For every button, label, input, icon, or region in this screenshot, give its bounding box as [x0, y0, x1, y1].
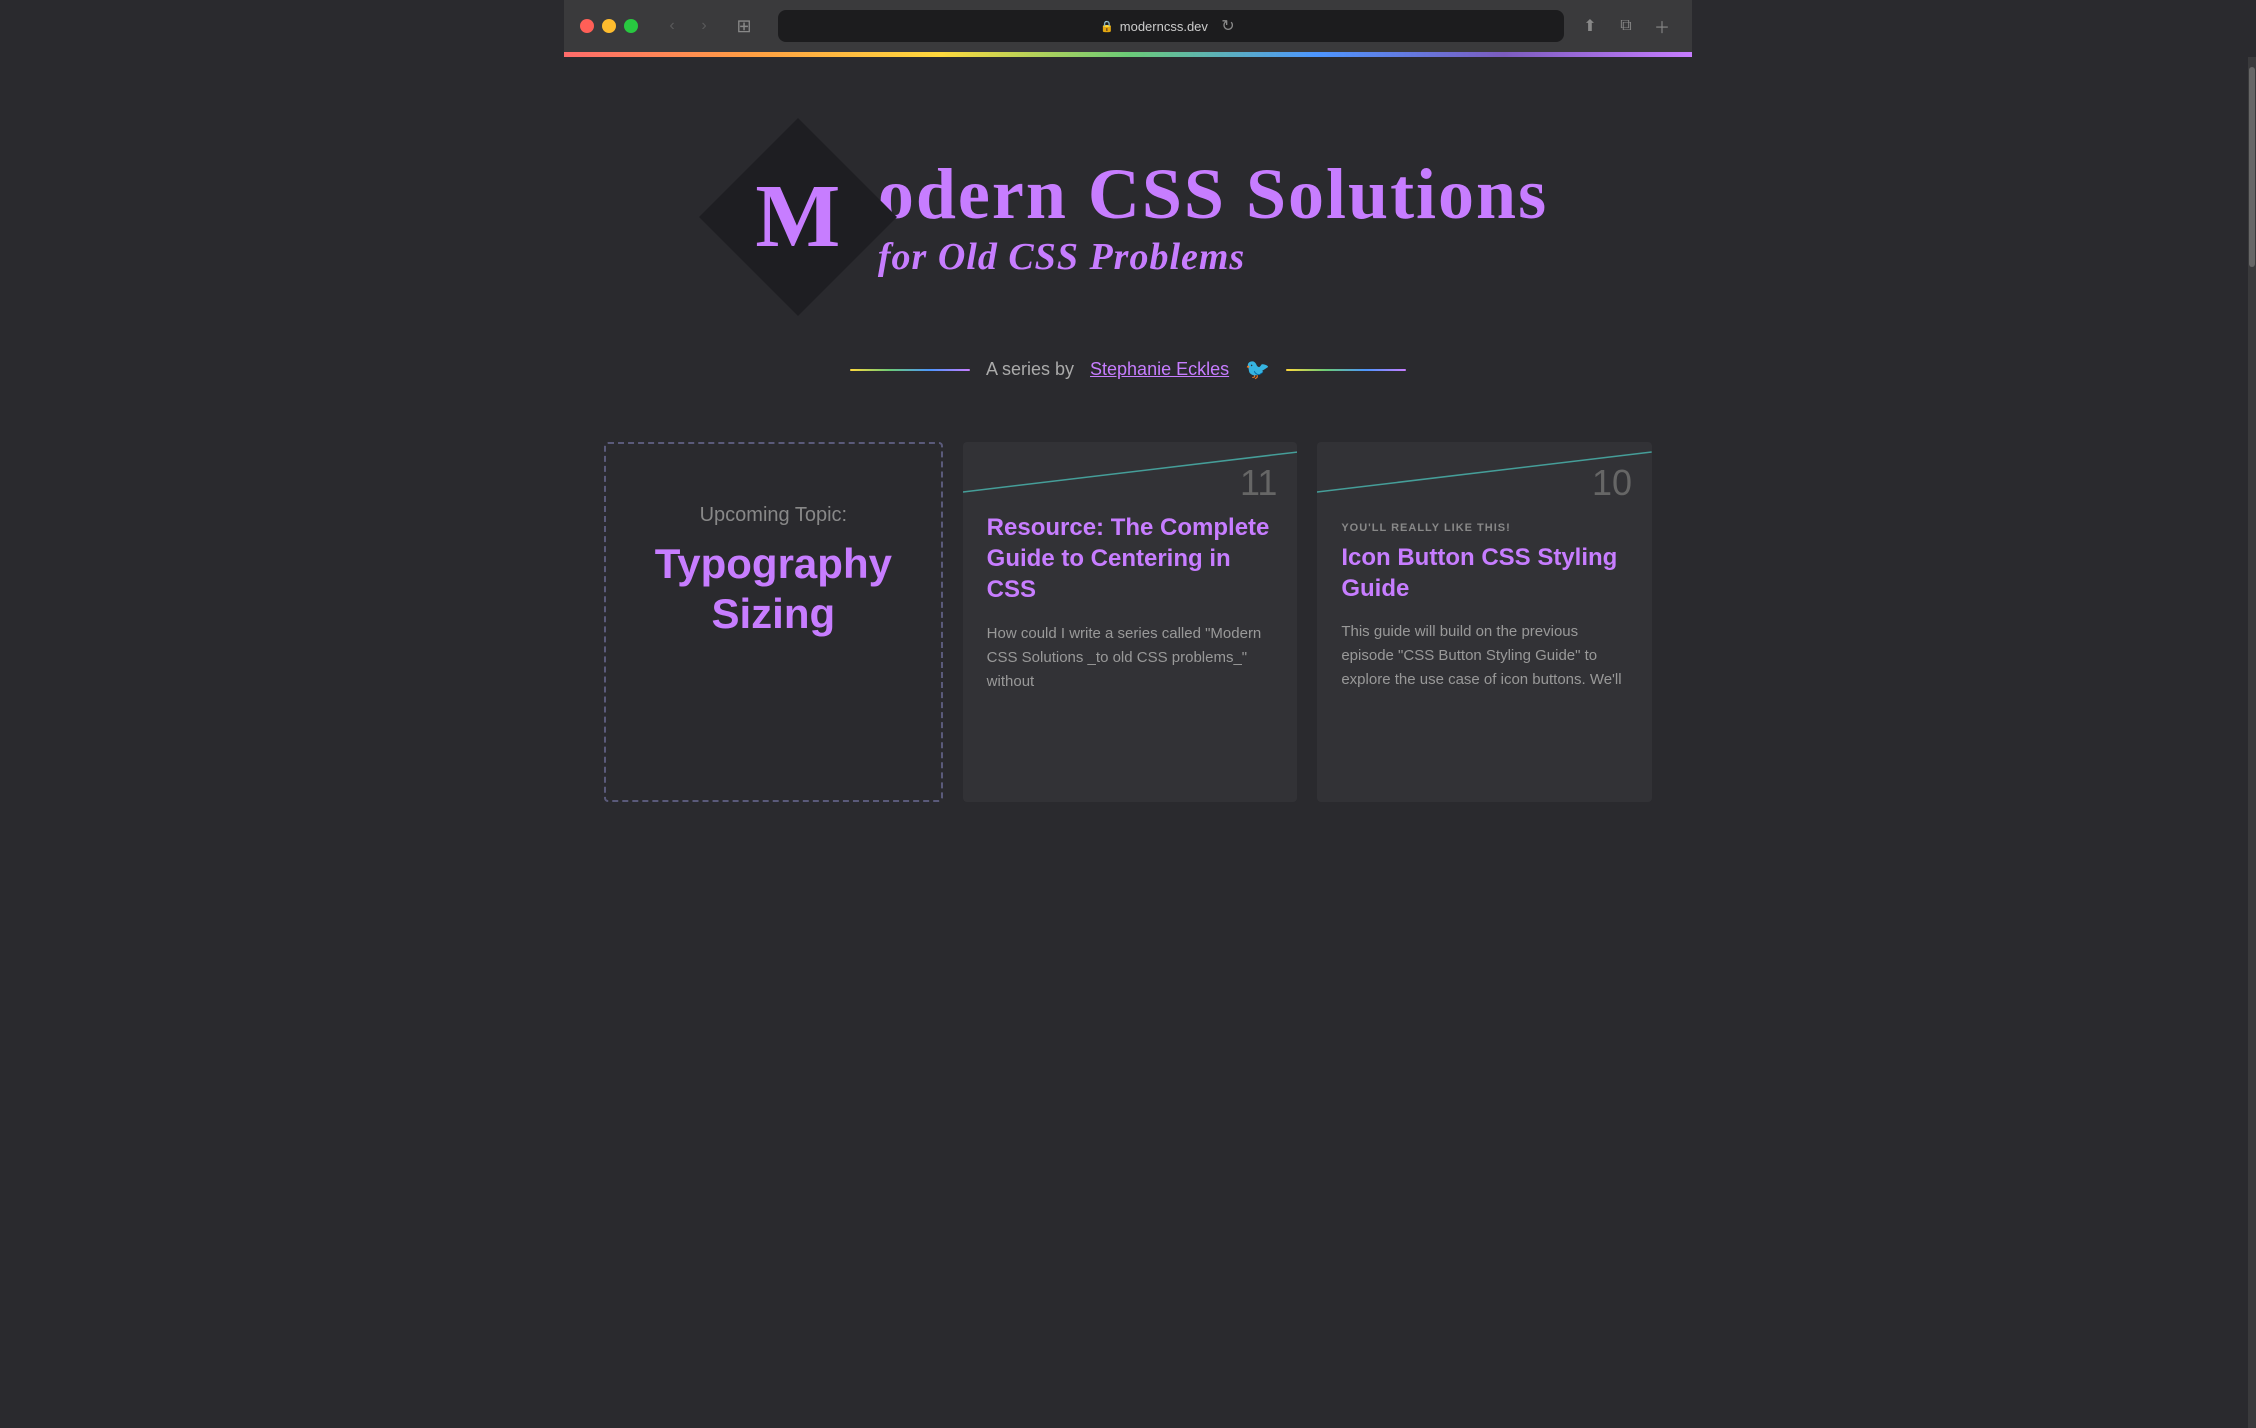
card-badge-10: YOU'LL REALLY LIKE THIS! — [1341, 522, 1628, 534]
minimize-button[interactable] — [602, 19, 616, 33]
url-text: moderncss.dev — [1120, 19, 1208, 34]
upcoming-content: Upcoming Topic: Typography Sizing — [606, 444, 941, 670]
author-line-right-decoration — [1286, 369, 1406, 371]
card-title-11: Resource: The Complete Guide to Centerin… — [987, 512, 1274, 606]
title-text: odern CSS Solutions for Old CSS Problems — [878, 155, 1548, 278]
card-content-11: Resource: The Complete Guide to Centerin… — [963, 482, 1298, 718]
back-button[interactable]: ‹ — [658, 12, 686, 40]
reload-button[interactable]: ↻ — [1214, 12, 1242, 40]
card-number-10: 10 — [1592, 462, 1632, 504]
browser-nav: ‹ › — [658, 12, 718, 40]
scrollbar-thumb[interactable] — [2249, 67, 2255, 267]
address-bar[interactable]: 🔒 moderncss.dev ↻ — [778, 10, 1564, 42]
card-upcoming[interactable]: Upcoming Topic: Typography Sizing — [604, 442, 943, 802]
hero-section: M odern CSS Solutions for Old CSS Proble… — [584, 117, 1672, 382]
main-content: M odern CSS Solutions for Old CSS Proble… — [564, 57, 1692, 1428]
traffic-lights — [580, 19, 638, 33]
lock-icon: 🔒 — [1100, 20, 1114, 33]
new-tab-button[interactable]: ＋ — [1648, 12, 1676, 40]
maximize-button[interactable] — [624, 19, 638, 33]
forward-button[interactable]: › — [690, 12, 718, 40]
hero-logo-area: M odern CSS Solutions for Old CSS Proble… — [708, 117, 1548, 317]
author-line: A series by Stephanie Eckles 🐦 — [850, 357, 1406, 382]
card-title-10: Icon Button CSS Styling Guide — [1341, 542, 1628, 604]
author-prefix: A series by — [986, 359, 1074, 380]
browser-actions: ⬆ ⧉ ＋ — [1576, 12, 1676, 40]
scrollbar[interactable] — [2248, 57, 2256, 1428]
card-excerpt-11: How could I write a series called "Moder… — [987, 622, 1274, 694]
author-line-left-decoration — [850, 369, 970, 371]
title-main: odern CSS Solutions — [878, 155, 1548, 234]
upcoming-label: Upcoming Topic: — [636, 504, 911, 527]
twitter-icon[interactable]: 🐦 — [1245, 357, 1270, 382]
browser-chrome: ‹ › ⊞ 🔒 moderncss.dev ↻ ⬆ ⧉ ＋ — [564, 0, 1692, 52]
card-number-11: 11 — [1240, 462, 1277, 504]
author-link[interactable]: Stephanie Eckles — [1090, 359, 1229, 380]
card-excerpt-10: This guide will build on the previous ep… — [1341, 620, 1628, 692]
card-content-10: YOU'LL REALLY LIKE THIS! Icon Button CSS… — [1317, 482, 1652, 716]
title-main-text: odern CSS Solutions — [878, 154, 1548, 234]
share-button[interactable]: ⬆ — [1576, 12, 1604, 40]
close-button[interactable] — [580, 19, 594, 33]
card-article-10[interactable]: 10 YOU'LL REALLY LIKE THIS! Icon Button … — [1317, 442, 1652, 802]
logo-letter: M — [755, 172, 840, 262]
tab-view-button[interactable]: ⧉ — [1612, 12, 1640, 40]
upcoming-title: Typography Sizing — [636, 539, 911, 640]
card-article-11[interactable]: 11 Resource: The Complete Guide to Cente… — [963, 442, 1298, 802]
sidebar-toggle-button[interactable]: ⊞ — [730, 12, 758, 40]
cards-section: Upcoming Topic: Typography Sizing 11 Res… — [584, 442, 1672, 802]
logo-diamond: M — [708, 117, 888, 317]
title-sub: for Old CSS Problems — [878, 235, 1548, 279]
